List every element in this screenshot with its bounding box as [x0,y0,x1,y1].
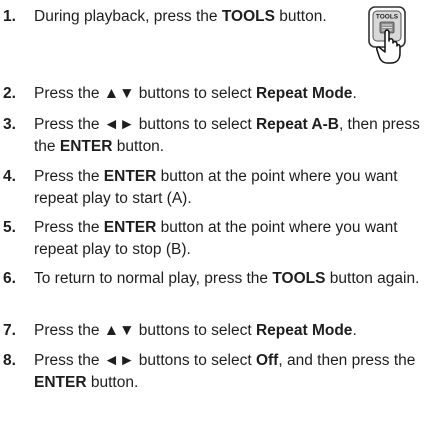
step-text-bold: ENTER [103,168,157,185]
step-text-run: button. [86,374,139,391]
step-5: 5. Press the ENTER button at the point w… [0,217,443,261]
step-text-run: . [352,85,357,102]
step-text-run: . [352,322,357,339]
step-number: 3. [3,116,16,133]
step-text-bold: ENTER [103,219,157,236]
step-4: 4. Press the ENTER button at the point w… [0,166,443,210]
step-text-bold: ◄► [103,352,135,369]
step-text-bold: Repeat A-B [255,116,339,133]
step-text-run: Press the [34,116,104,133]
step-text-bold: TOOLS [221,8,275,25]
step-text: To return to normal play, press the TOOL… [34,268,437,290]
step-text-bold: Repeat Mode [255,322,353,339]
tools-icon-label: TOOLS [376,14,399,21]
step-number: 7. [3,322,16,339]
instruction-page: 1. During playback, press the TOOLS butt… [0,0,443,444]
step-text: Press the ◄► buttons to select Off, and … [34,350,437,394]
step-text: Press the ▲▼ buttons to select Repeat Mo… [34,83,437,105]
step-number: 6. [3,270,16,287]
step-text-run: buttons to select [134,116,256,133]
step-3: 3. Press the ◄► buttons to select Repeat… [0,114,443,158]
step-text-bold: ▲▼ [103,85,135,102]
step-text-run: button. [112,138,165,155]
step-6: 6. To return to normal play, press the T… [0,268,443,290]
step-text-bold: Repeat Mode [255,85,353,102]
step-text-run: Press the [34,168,104,185]
step-text-bold: ▲▼ [103,322,135,339]
step-number: 2. [3,85,16,102]
remote-tools-button-press-icon: TOOLS [368,6,406,64]
step-number: 5. [3,219,16,236]
step-text-run: buttons to select [134,322,256,339]
step-text-run: To return to normal play, press the [34,270,273,287]
step-text-run: buttons to select [134,352,256,369]
step-text: Press the ◄► buttons to select Repeat A-… [34,114,437,158]
step-2: 2. Press the ▲▼ buttons to select Repeat… [0,83,443,105]
step-text-bold: ENTER [34,374,87,391]
step-number: 4. [3,168,16,185]
step-7: 7. Press the ▲▼ buttons to select Repeat… [0,320,443,342]
step-8: 8. Press the ◄► buttons to select Off, a… [0,350,443,394]
step-text: Press the ▲▼ buttons to select Repeat Mo… [34,320,437,342]
step-text-run: Press the [34,85,104,102]
step-text-bold: TOOLS [272,270,326,287]
step-text-run: Press the [34,352,104,369]
step-text-run: Press the [34,219,104,236]
step-text: During playback, press the TOOLS button. [34,6,344,28]
step-text-run: Press the [34,322,104,339]
step-text-run: , and then press the [278,352,416,369]
step-text-run: button. [274,8,327,25]
step-text-bold: ENTER [59,138,113,155]
step-text-run: button again. [325,270,420,287]
step-number: 1. [3,8,16,25]
step-number: 8. [3,352,16,369]
step-text-run: During playback, press the [34,8,222,25]
step-text: Press the ENTER button at the point wher… [34,217,437,261]
step-text-run: buttons to select [134,85,256,102]
step-text-bold: Off [255,352,279,369]
step-text-bold: ◄► [103,116,135,133]
step-text: Press the ENTER button at the point wher… [34,166,437,210]
